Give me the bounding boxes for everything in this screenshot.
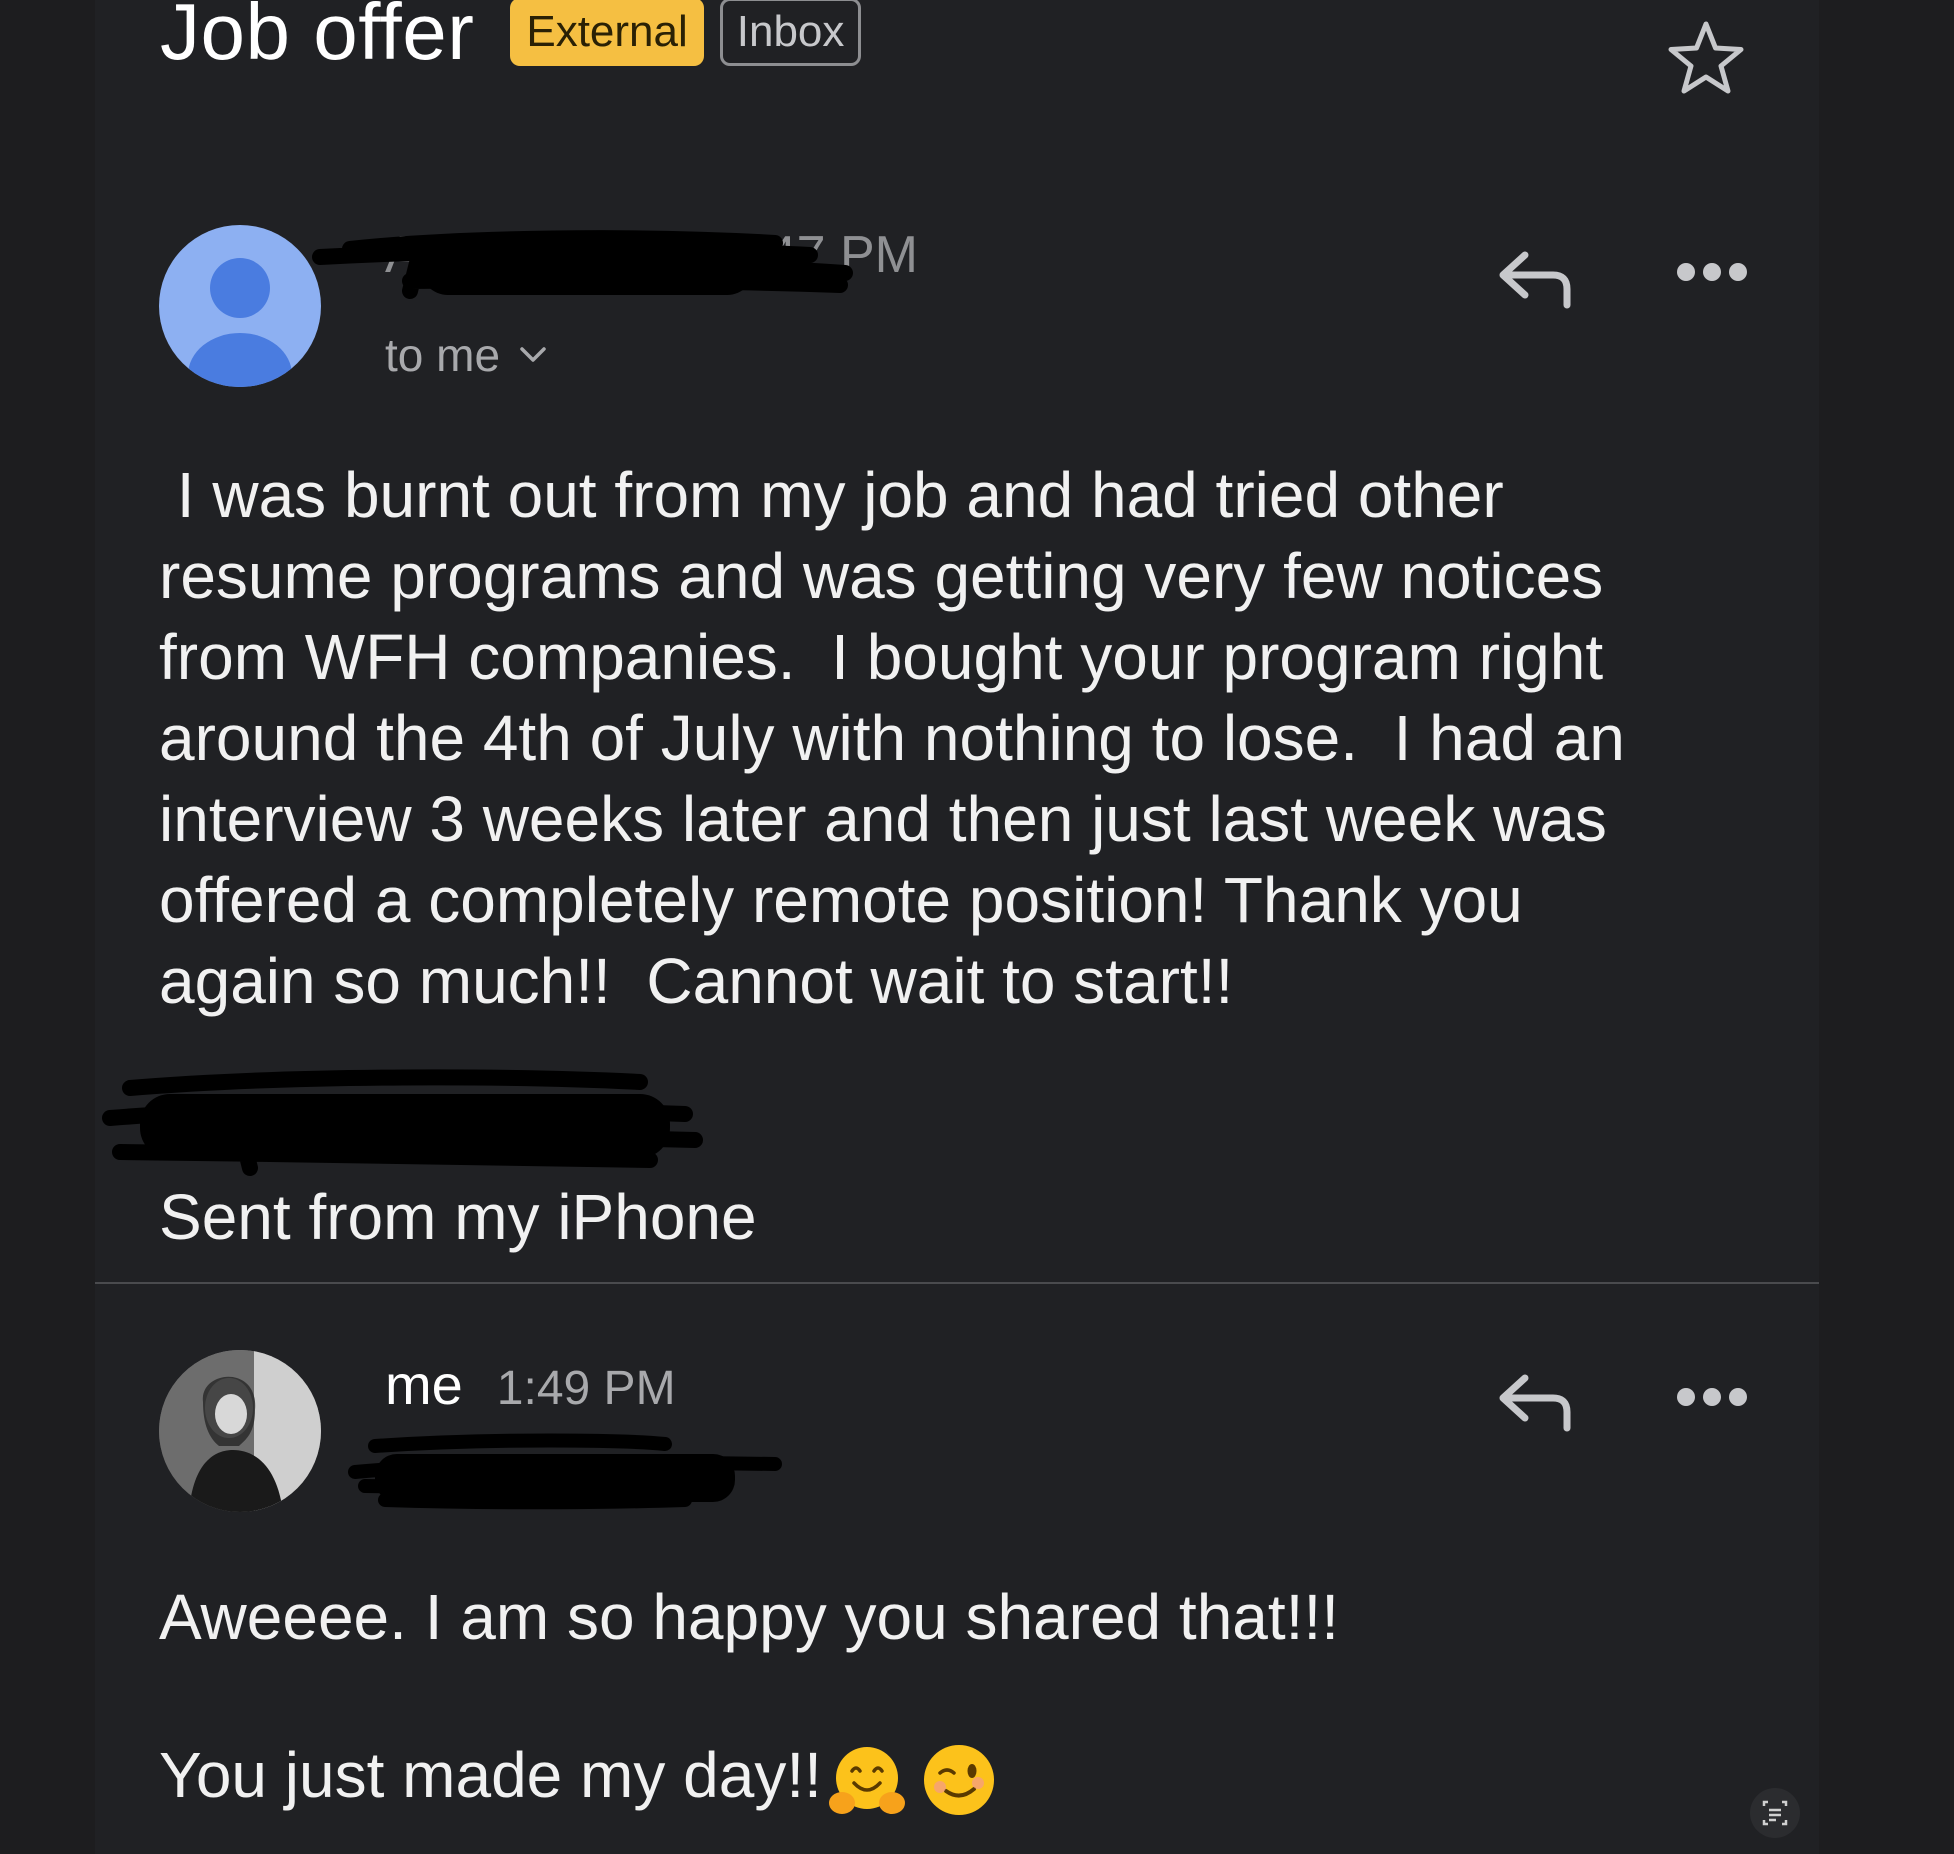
email-thread-view: Job offer External Inbox Angela Healy1:4… [95, 0, 1819, 1854]
more-options-icon[interactable] [1675, 1385, 1749, 1409]
redaction-scribble [312, 230, 853, 299]
winking-face-emoji-icon [923, 1745, 994, 1816]
reply-body-line-1: Aweeee. I am so happy you shared that!!! [159, 1581, 1339, 1653]
signature-redaction-scribble [102, 1069, 703, 1176]
message-body: I was burnt out from my job and had trie… [159, 459, 1625, 1017]
sender-name[interactable]: me [385, 1352, 463, 1417]
hugging-face-emoji-icon [828, 1747, 905, 1815]
label-inbox[interactable]: Inbox [719, 0, 862, 67]
profile-photo-icon [159, 1350, 321, 1512]
reply-body-line-2: You just made my day!! [159, 1738, 998, 1819]
recipient-redaction-scribble [348, 1433, 782, 1510]
recipient-line: to me [385, 329, 501, 381]
message-time: 1:49 PM [496, 1362, 676, 1415]
text-scan-icon[interactable] [1750, 1788, 1800, 1838]
signature-footer: Sent from my iPhone [159, 1181, 757, 1253]
label-external[interactable]: External [510, 0, 704, 67]
chevron-down-icon [520, 347, 546, 362]
my-avatar[interactable] [159, 1350, 321, 1512]
reply-icon[interactable] [1495, 245, 1577, 311]
more-options-icon[interactable] [1675, 260, 1749, 284]
reply-body-text: You just made my day!! [159, 1739, 822, 1811]
star-icon[interactable] [1665, 18, 1747, 100]
sender-avatar[interactable] [159, 225, 321, 387]
subject-header: Job offer External Inbox [160, 0, 862, 76]
recipient-details-toggle[interactable]: to me [385, 328, 548, 382]
sender-line: me 1:49 PM [385, 1352, 676, 1417]
reply-icon[interactable] [1495, 1368, 1577, 1434]
default-person-icon [188, 258, 292, 387]
message-divider [95, 1282, 1819, 1284]
email-subject: Job offer [160, 0, 475, 76]
